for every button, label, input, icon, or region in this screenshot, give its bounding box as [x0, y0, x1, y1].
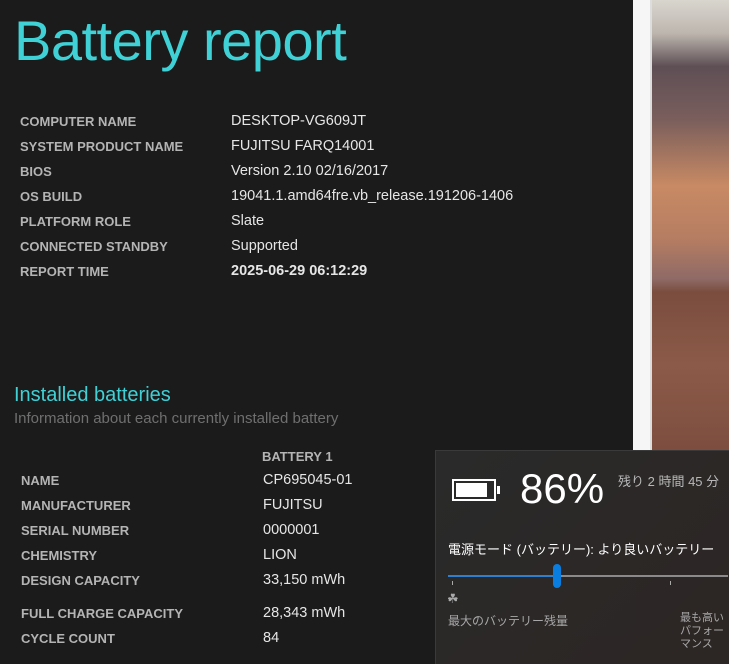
- leaf-icon: ☘: [447, 591, 459, 606]
- system-value: Slate: [231, 213, 265, 229]
- system-value: Version 2.10 02/16/2017: [231, 163, 389, 179]
- battery-value: 28,343 mWh: [263, 605, 346, 621]
- battery-value: FUJITSU: [263, 497, 323, 513]
- battery-percent: 86%: [520, 465, 605, 512]
- slider-tick: [670, 581, 671, 585]
- battery-flyout: 86% 残り 2 時間 45 分 電源モード (バッテリー): より良いバッテリ…: [435, 450, 729, 664]
- battery-label: CYCLE COUNT: [21, 631, 115, 646]
- system-label: CONNECTED STANDBY: [20, 239, 168, 254]
- battery-label: CHEMISTRY: [21, 548, 98, 563]
- slider-left-label: 最大のバッテリー残量: [448, 614, 569, 628]
- installed-batteries-subtitle: Information about each currently install…: [14, 410, 339, 427]
- battery-column-header: BATTERY 1: [262, 449, 333, 464]
- battery-label: SERIAL NUMBER: [21, 523, 130, 538]
- system-value: 2025-06-29 06:12:29: [231, 263, 368, 279]
- battery-label: FULL CHARGE CAPACITY: [21, 606, 184, 621]
- power-mode-slider[interactable]: [448, 575, 728, 577]
- system-value: 19041.1.amd64fre.vb_release.191206-1406: [231, 188, 514, 204]
- battery-icon: [452, 479, 500, 501]
- slider-right-label: 最も高いパフォーマンス: [680, 612, 724, 650]
- battery-label: NAME: [21, 473, 60, 488]
- system-label: SYSTEM PRODUCT NAME: [20, 139, 184, 154]
- power-mode-label: 電源モード (バッテリー): より良いバッテリー: [448, 542, 715, 557]
- battery-label: DESIGN CAPACITY: [21, 573, 140, 588]
- system-label: COMPUTER NAME: [20, 114, 137, 129]
- battery-value: CP695045-01: [263, 472, 353, 488]
- system-label: BIOS: [20, 164, 52, 179]
- system-value: FUJITSU FARQ14001: [231, 138, 375, 154]
- time-remaining: 残り 2 時間 45 分: [618, 474, 720, 489]
- page-title: Battery report: [14, 9, 347, 72]
- battery-value: 33,150 mWh: [263, 572, 346, 588]
- battery-value: 0000001: [263, 522, 320, 538]
- slider-tick: [452, 581, 453, 585]
- system-label: REPORT TIME: [20, 264, 109, 279]
- battery-value: LION: [263, 547, 297, 563]
- slider-thumb[interactable]: [553, 564, 562, 588]
- system-value: DESKTOP-VG609JT: [231, 113, 367, 129]
- system-label: PLATFORM ROLE: [20, 214, 131, 229]
- battery-value: 84: [263, 630, 280, 646]
- system-label: OS BUILD: [20, 189, 83, 204]
- system-value: Supported: [231, 238, 298, 254]
- battery-label: MANUFACTURER: [21, 498, 131, 513]
- installed-batteries-heading: Installed batteries: [14, 384, 171, 406]
